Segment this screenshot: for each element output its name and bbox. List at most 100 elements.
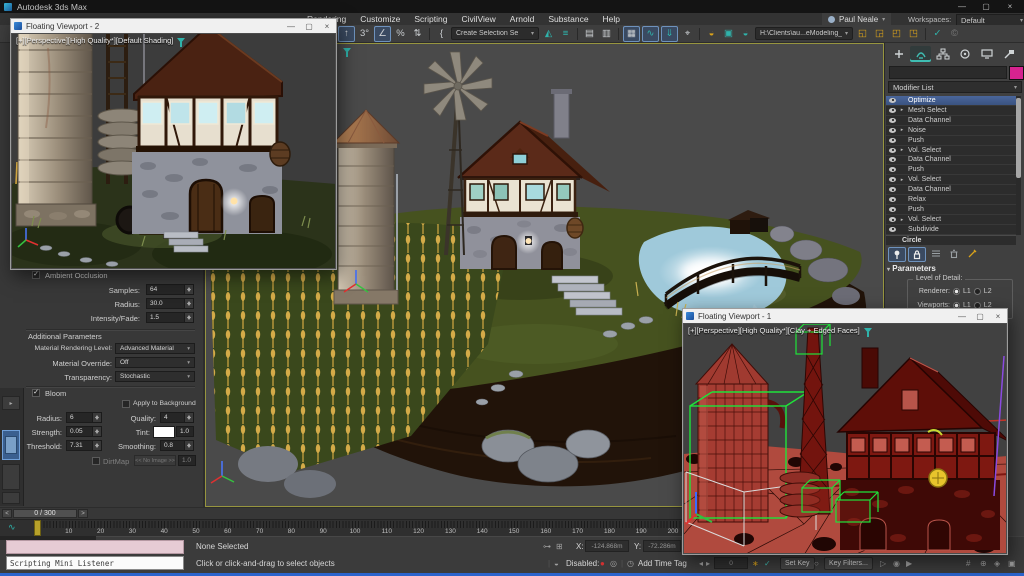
auto-key-icon[interactable]: ∗ [752, 559, 759, 568]
key-filters-button[interactable]: Key Filters... [824, 557, 873, 570]
modifier-row-data-channel[interactable]: Data Channel [886, 156, 1016, 166]
visibility-eye-icon[interactable] [889, 108, 896, 113]
bloom-checkbox[interactable]: ✓ [32, 389, 40, 397]
dirtmap-checkbox[interactable] [92, 457, 100, 465]
previous-frame-button[interactable]: < [2, 509, 12, 518]
tab-display-icon[interactable] [976, 46, 997, 62]
strip-button[interactable] [2, 492, 20, 504]
renderer-l1-radio[interactable] [953, 288, 960, 295]
show-end-result-icon[interactable] [908, 247, 926, 262]
set-key-button[interactable]: Set Key [780, 557, 815, 570]
dirtmap-image-button[interactable]: << No Image >> [134, 455, 176, 466]
expand-arrow-icon[interactable]: ▸ [899, 147, 905, 153]
make-unique-icon[interactable] [928, 247, 944, 260]
ribbon-toggle-icon[interactable]: ▦ [623, 26, 640, 42]
tab-modify-icon[interactable] [910, 46, 931, 62]
viewport-label[interactable]: [+][Perspective][High Quality*][Default … [16, 36, 173, 45]
floating-viewport-2-titlebar[interactable]: Floating Viewport - 2 — ▢ × [11, 19, 336, 33]
strip-active-button[interactable] [2, 430, 20, 460]
intensity-fade-field[interactable]: 1.5 [146, 312, 194, 323]
batch-render-icon[interactable]: ◰ [889, 27, 904, 41]
spinner-arrows[interactable] [92, 427, 101, 436]
modifier-row-push[interactable]: Push [886, 165, 1016, 175]
menu-substance[interactable]: Substance [541, 14, 595, 24]
viewport-filter-funnel-icon[interactable] [177, 38, 185, 43]
visibility-eye-icon[interactable] [889, 187, 896, 192]
floating-viewport-1-canvas[interactable]: [+][Perspective][High Quality*][Clay + E… [684, 324, 1006, 553]
go-to-end-icon[interactable]: ◉ [893, 559, 900, 568]
time-slider-handle[interactable]: 0 / 300 [13, 509, 77, 518]
selection-set-dropdown[interactable]: Create Selection Se▾ [451, 27, 539, 40]
expand-arrow-icon[interactable]: ▸ [899, 107, 905, 113]
render-preset-save-icon[interactable]: ◱ [855, 27, 870, 41]
spinner-arrows[interactable] [184, 441, 193, 450]
quality-field[interactable]: 4 [160, 412, 194, 423]
edit-named-selection-icon[interactable]: { [434, 27, 449, 41]
modifier-row-vol-select[interactable]: ▸Vol. Select [886, 175, 1016, 185]
snaps-toggle-3d-icon[interactable]: 3° [357, 27, 372, 41]
viewport-filter-funnel-icon[interactable] [343, 48, 351, 53]
render-check-icon[interactable]: ✓ [930, 27, 945, 41]
spinner-arrows[interactable] [184, 413, 193, 422]
modifier-row-push[interactable]: Push [886, 136, 1016, 146]
next-key-icon[interactable]: ▸ [706, 559, 710, 568]
spinner-snap-icon[interactable]: ⇅ [410, 27, 425, 41]
minimize-icon[interactable]: — [282, 20, 300, 33]
configure-modifier-sets-icon[interactable] [964, 247, 980, 260]
pin-stack-icon[interactable] [888, 247, 906, 262]
parameters-rollout-header[interactable]: ▾ Parameters [887, 264, 1023, 273]
strip-expand-button[interactable]: ▸ [2, 396, 20, 410]
render-setup-icon[interactable]: ◒ [704, 27, 719, 41]
modifier-row-data-channel[interactable]: Data Channel [886, 185, 1016, 195]
visibility-eye-icon[interactable] [889, 207, 896, 212]
window-close-button[interactable]: × [998, 0, 1022, 13]
visibility-eye-icon[interactable] [889, 227, 896, 232]
visibility-eye-icon[interactable] [889, 128, 896, 133]
expand-arrow-icon[interactable]: ▸ [899, 177, 905, 183]
material-override-dropdown[interactable]: Off▾ [115, 357, 195, 368]
set-key-check-icon[interactable]: ✓ [764, 559, 771, 568]
place-tool-icon[interactable]: ⌖ [680, 27, 695, 41]
modifier-row-mesh-select[interactable]: ▸Mesh Select [886, 106, 1016, 116]
key-lens-icon[interactable]: ○ [814, 559, 819, 568]
absolute-mode-icon[interactable]: ⊞ [556, 542, 563, 551]
expand-arrow-icon[interactable]: ▸ [899, 217, 905, 223]
menu-scripting[interactable]: Scripting [407, 14, 454, 24]
close-icon[interactable]: × [989, 310, 1007, 323]
window-maximize-button[interactable]: ▢ [974, 0, 998, 13]
current-frame-marker[interactable] [34, 520, 41, 536]
select-and-move-icon[interactable]: ↑ [338, 26, 355, 42]
menu-arnold[interactable]: Arnold [503, 14, 542, 24]
schematic-view-icon[interactable]: ⇓ [661, 26, 678, 42]
viewport-label[interactable]: [+][Perspective][High Quality*][Clay + E… [688, 326, 860, 335]
visibility-eye-icon[interactable] [889, 177, 896, 182]
visibility-eye-icon[interactable] [889, 217, 896, 222]
threshold-field[interactable]: 7.31 [66, 440, 102, 451]
transparency-dropdown[interactable]: Stochastic▾ [115, 371, 195, 382]
modifier-row-noise[interactable]: ▸Noise [886, 126, 1016, 136]
zero-ring-icon[interactable]: ◎ [610, 559, 617, 568]
menu-customize[interactable]: Customize [353, 14, 407, 24]
strength-field[interactable]: 0.05 [66, 426, 102, 437]
floating-viewport-2-canvas[interactable]: [+][Perspective][High Quality*][Default … [12, 34, 335, 268]
tint-value-field[interactable]: 1.0 [176, 426, 194, 437]
maxscript-mini-listener[interactable]: Scripting Mini Listener [6, 556, 184, 570]
layer-explorer-icon[interactable]: ▥ [599, 27, 614, 41]
visibility-eye-icon[interactable] [889, 157, 896, 162]
align-icon[interactable]: ≡ [558, 27, 573, 41]
maxscript-listener-pink-row[interactable] [6, 540, 184, 554]
expand-arrow-icon[interactable]: ▸ [899, 127, 905, 133]
play-animation-icon[interactable]: ▷ [880, 559, 886, 568]
maximize-icon[interactable]: ▢ [300, 20, 318, 33]
spinner-arrows[interactable] [184, 313, 193, 322]
percent-snap-icon[interactable]: % [393, 27, 408, 41]
floating-viewport-2-window[interactable]: Floating Viewport - 2 — ▢ × [+][Perspect… [10, 18, 337, 270]
modifier-row-optimize[interactable]: Optimize [886, 96, 1016, 106]
maximize-icon[interactable]: ▢ [971, 310, 989, 323]
spinner-arrows[interactable] [184, 299, 193, 308]
close-icon[interactable]: × [318, 20, 336, 33]
visibility-eye-icon[interactable] [889, 197, 896, 202]
mirror-icon[interactable]: ◭ [541, 27, 556, 41]
angle-snap-icon[interactable]: ∠ [374, 26, 391, 42]
material-rendering-level-dropdown[interactable]: Advanced Material▾ [115, 343, 195, 354]
